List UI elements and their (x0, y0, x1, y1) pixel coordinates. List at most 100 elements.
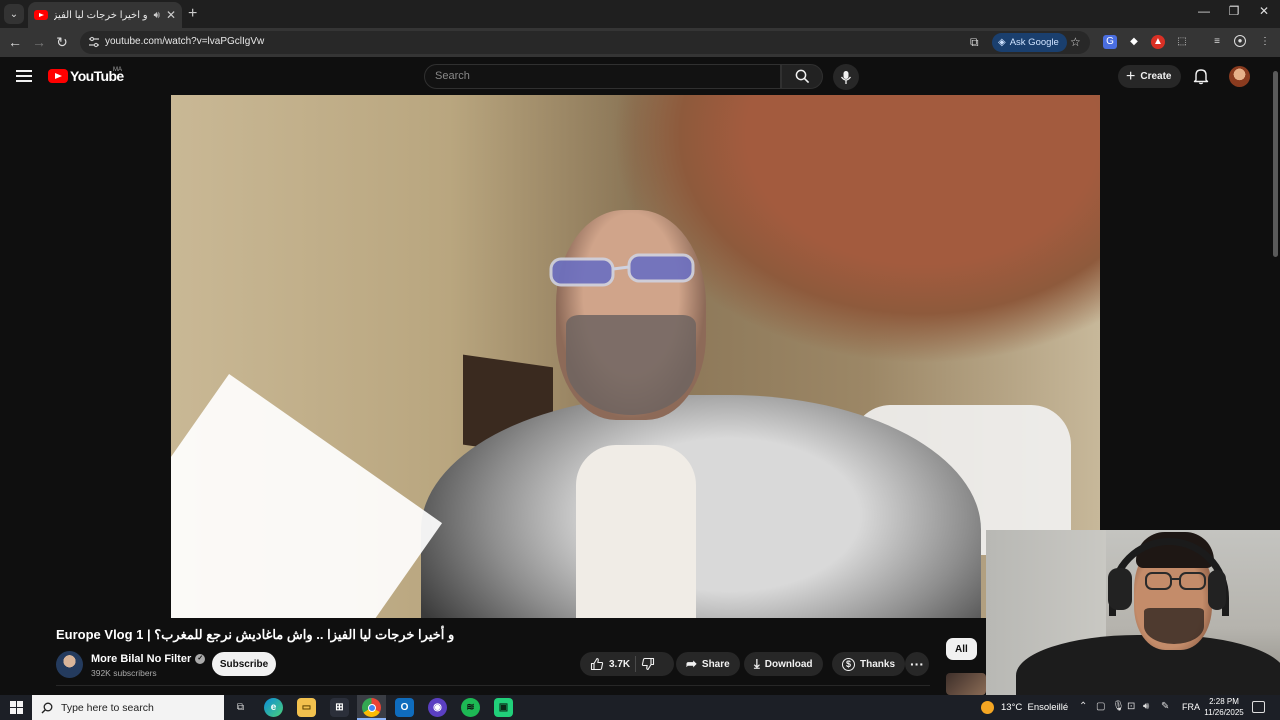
search-input[interactable] (435, 70, 765, 82)
input-language[interactable]: FRA (1182, 702, 1200, 712)
subscriber-count: 392K subscribers (91, 668, 157, 678)
youtube-logo-icon[interactable] (48, 69, 68, 83)
share-label: Share (701, 658, 730, 670)
taskbar-search-input[interactable] (61, 701, 211, 714)
translate-extension-icon[interactable]: G (1103, 35, 1117, 49)
download-arrow-icon: ⤓ (754, 656, 760, 671)
chrome-browser-icon[interactable] (362, 698, 381, 717)
address-bar[interactable]: youtube.com/watch?v=lvaPGclIgVw ⧉ ◈ Ask … (80, 31, 1090, 54)
scrollbar-thumb[interactable] (1273, 71, 1278, 257)
tab-audio-playing-icon[interactable]: 🔊︎ (154, 10, 160, 21)
plus-icon: + (1126, 67, 1136, 85)
download-button[interactable]: ⤓ Download (744, 652, 823, 676)
temperature: 13°C (1001, 702, 1023, 713)
spotify-icon[interactable]: ≋ (461, 698, 480, 717)
share-arrow-icon: ➦ (686, 656, 697, 671)
window-restore-icon[interactable]: ❐ (1218, 4, 1250, 18)
weather-sun-icon[interactable] (981, 701, 994, 714)
thumbs-down-icon[interactable] (641, 657, 655, 671)
bookmark-star-icon[interactable]: ☆ (1070, 35, 1081, 49)
webcam-overlay (986, 530, 1280, 695)
video-frame-person-beard (566, 315, 696, 415)
weather-widget[interactable]: 13°C Ensoleillé (1001, 702, 1068, 713)
channel-avatar[interactable] (56, 651, 83, 678)
channel-name[interactable]: More Bilal No Filter (91, 653, 191, 665)
search-button[interactable] (781, 64, 823, 89)
guide-menu-icon[interactable] (16, 70, 32, 82)
like-count[interactable]: 3.7K (609, 659, 630, 670)
account-avatar[interactable] (1229, 66, 1250, 87)
create-button[interactable]: + Create (1118, 65, 1182, 88)
tab-search-chevron-icon[interactable]: ⌄ (4, 4, 24, 24)
like-divider (635, 656, 637, 672)
windows-taskbar: ⧉ e ▭ ⊞ O ◉ ≋ ▣ 13°C Ensoleillé ⌃ ▢ 🎙︎ ⊡… (0, 695, 1280, 720)
create-label: Create (1140, 71, 1172, 82)
notifications-bell-icon[interactable] (1192, 67, 1210, 85)
description-box-edge (56, 685, 930, 695)
green-app-icon[interactable]: ▣ (494, 698, 513, 717)
thumbs-up-icon[interactable] (590, 657, 604, 671)
region-code: MA (113, 67, 122, 73)
url-text[interactable]: youtube.com/watch?v=lvaPGclIgVw (105, 36, 264, 47)
video-title: Europe Vlog 1 | و أخيرا خرجات ليا الفيزا… (56, 627, 455, 642)
tray-app-icon[interactable]: ▢ (1096, 701, 1105, 712)
diamond-extension-icon[interactable]: ◆ (1127, 35, 1141, 49)
back-arrow-icon[interactable]: ← (5, 33, 25, 51)
network-icon[interactable]: ⊡ (1127, 701, 1135, 712)
voice-search-button[interactable] (833, 64, 859, 90)
youtube-favicon-icon (34, 10, 48, 20)
browser-tab-active[interactable]: و أخيرا خرجات ليا الفيزا .. واش 🔊︎ ✕ (28, 2, 182, 28)
tray-overflow-chevron-icon[interactable]: ⌃ (1079, 701, 1087, 712)
window-minimize-icon[interactable]: — (1188, 4, 1220, 18)
file-explorer-icon[interactable]: ▭ (297, 698, 316, 717)
video-frame-person-jacket (421, 395, 981, 618)
video-player[interactable] (171, 95, 1100, 618)
clock-date: 11/26/2025 (1204, 708, 1244, 717)
pen-ink-icon[interactable]: ✎ (1161, 701, 1169, 712)
subscribe-button[interactable]: Subscribe (212, 652, 276, 676)
more-actions-button[interactable]: ··· (905, 652, 929, 676)
site-info-icon[interactable] (88, 36, 100, 48)
weather-condition: Ensoleillé (1027, 702, 1069, 713)
search-box[interactable] (424, 64, 781, 89)
outlook-icon[interactable]: O (395, 698, 414, 717)
recommended-video-thumbnail[interactable] (946, 673, 986, 695)
taskbar-clock[interactable]: 2:28 PM 11/26/2025 (1202, 696, 1246, 718)
red-extension-icon[interactable]: ▲ (1151, 35, 1165, 49)
recommendation-chip-all[interactable]: All (946, 638, 977, 660)
task-view-icon[interactable]: ⧉ (231, 698, 250, 717)
thanks-button[interactable]: $ Thanks (832, 652, 906, 676)
channel-name-row[interactable]: More Bilal No Filter ✓ (91, 653, 206, 665)
tab-close-icon[interactable]: ✕ (166, 8, 176, 22)
thanks-label: Thanks (860, 658, 896, 670)
edge-browser-icon[interactable]: e (264, 698, 283, 717)
taskbar-search-icon (41, 702, 53, 713)
window-close-icon[interactable]: ✕ (1248, 4, 1280, 18)
reload-icon[interactable]: ↻ (52, 33, 72, 51)
browser-toolbar: ← → ↻ youtube.com/watch?v=lvaPGclIgVw ⧉ … (0, 28, 1280, 57)
windows-start-icon[interactable] (10, 701, 23, 714)
tab-title: و أخيرا خرجات ليا الفيزا .. واش (54, 9, 148, 21)
browser-menu-kebab-icon[interactable]: ⋮ (1258, 35, 1272, 49)
youtube-header: YouTube MA + Create (0, 57, 1280, 95)
taskbar-search-box[interactable] (32, 695, 224, 720)
forward-arrow-icon[interactable]: → (29, 33, 49, 51)
video-frame-light-glare (171, 373, 443, 618)
cast-install-icon[interactable]: ⧉ (970, 35, 979, 50)
lens-icon: ◈ (998, 37, 1006, 48)
search-icon (795, 69, 809, 84)
like-dislike-group: 3.7K (580, 652, 674, 676)
ask-google-button[interactable]: ◈ Ask Google (992, 33, 1067, 52)
video-frame-person-shirt (576, 445, 696, 618)
notifications-icon[interactable] (1252, 701, 1265, 713)
webcam-headset-right-cup (1208, 570, 1226, 610)
profile-icon[interactable]: ● (1234, 35, 1246, 47)
media-queue-icon[interactable]: ≡ (1210, 35, 1224, 49)
chat-app-icon[interactable]: ◉ (428, 698, 447, 717)
new-tab-plus-icon[interactable]: + (188, 5, 197, 23)
tray-microphone-icon[interactable]: 🎙︎ (1112, 701, 1125, 712)
volume-icon[interactable]: 🔊︎ (1143, 701, 1149, 712)
extensions-puzzle-icon[interactable]: ⬚ (1175, 35, 1189, 49)
share-button[interactable]: ➦ Share (676, 652, 740, 676)
microsoft-store-icon[interactable]: ⊞ (330, 698, 349, 717)
